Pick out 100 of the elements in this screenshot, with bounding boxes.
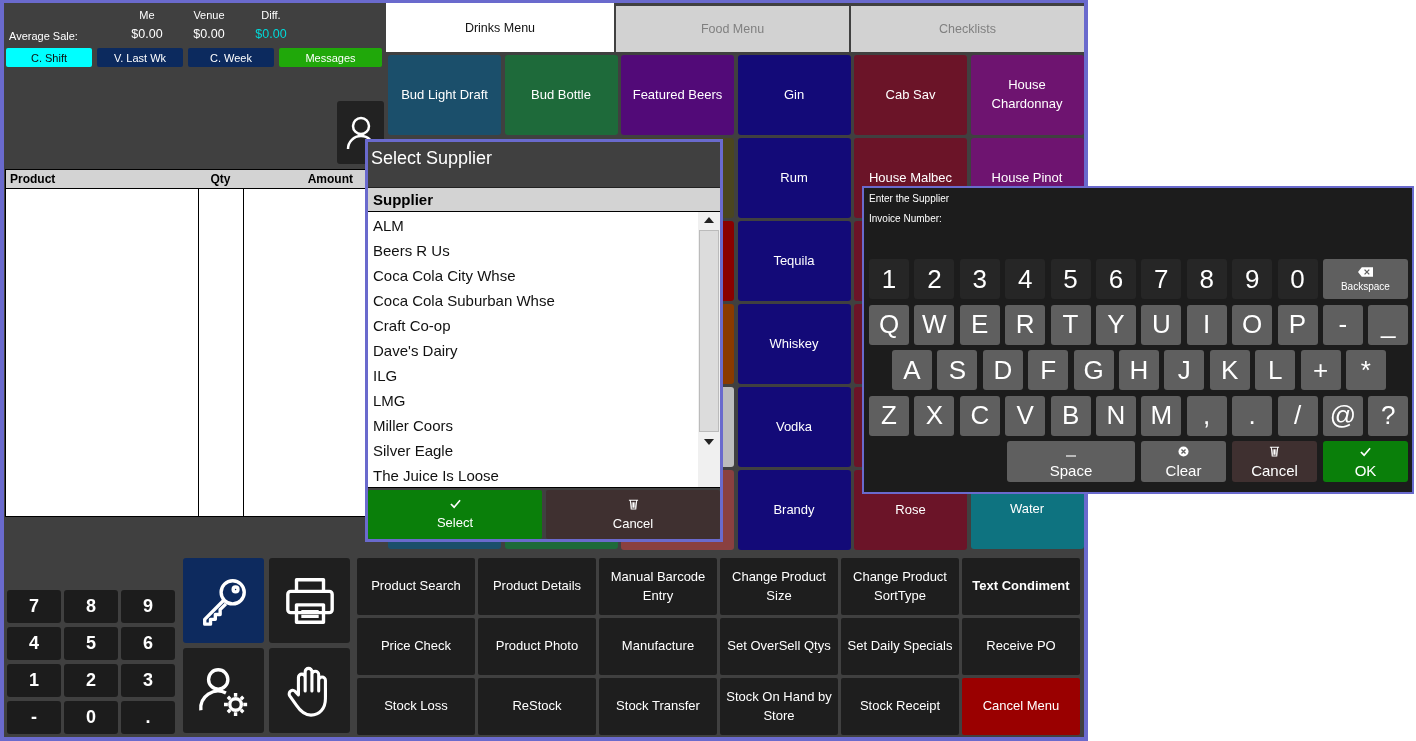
supplier-item[interactable]: Dave's Dairy (368, 338, 698, 363)
clear-key[interactable]: Clear (1141, 441, 1226, 482)
numpad-key[interactable]: - (7, 701, 61, 734)
function-button[interactable]: Product Search (357, 558, 475, 615)
keyboard-key[interactable]: / (1277, 395, 1318, 436)
keyboard-key[interactable]: 6 (1095, 259, 1136, 299)
keyboard-key[interactable]: 7 (1141, 259, 1182, 299)
menu-tile[interactable]: Bud Light Draft (388, 55, 501, 135)
keyboard-key[interactable]: A (892, 350, 932, 390)
menu-tile[interactable]: Whiskey (737, 304, 851, 384)
menu-tile[interactable]: Gin (737, 55, 851, 135)
keyboard-key[interactable]: + (1300, 350, 1341, 390)
keyboard-key[interactable]: O (1232, 304, 1273, 345)
function-button[interactable]: Set OverSell Qtys (720, 618, 838, 675)
function-button[interactable]: Change Product SortType (841, 558, 959, 615)
keyboard-key[interactable]: W (914, 304, 955, 345)
menu-tile[interactable]: House Chardonnay (970, 55, 1084, 135)
keyboard-key[interactable]: @ (1322, 395, 1363, 436)
keyboard-key[interactable]: S (937, 350, 978, 390)
menu-tile[interactable]: Cab Sav (854, 55, 967, 135)
menu-tile[interactable]: Featured Beers (621, 55, 734, 135)
numpad-key[interactable]: 1 (7, 664, 61, 697)
keyboard-key[interactable]: K (1209, 350, 1250, 390)
keyboard-key[interactable]: V (1005, 395, 1046, 436)
supplier-item[interactable]: Coca Cola Suburban Whse (368, 288, 698, 313)
select-button[interactable]: Select (368, 490, 542, 539)
keyboard-key[interactable]: B (1050, 395, 1091, 436)
scroll-down-icon[interactable] (704, 439, 714, 445)
menu-tile[interactable]: Tequila (737, 221, 851, 301)
keyboard-key[interactable]: ? (1368, 395, 1409, 436)
supplier-item[interactable]: Beers R Us (368, 238, 698, 263)
printer-button[interactable] (269, 558, 350, 643)
supplier-item[interactable]: ILG (368, 363, 698, 388)
keyboard-key[interactable]: 5 (1050, 259, 1091, 299)
function-button[interactable]: Change Product Size (720, 558, 838, 615)
keyboard-key[interactable]: U (1141, 304, 1182, 345)
function-button[interactable]: Product Details (478, 558, 596, 615)
period-button[interactable]: C. Shift (6, 48, 92, 67)
numpad-key[interactable]: 8 (64, 590, 118, 623)
numpad-key[interactable]: 3 (121, 664, 175, 697)
supplier-item[interactable]: Silver Eagle (368, 438, 698, 463)
keyboard-key[interactable]: Q (869, 304, 909, 345)
function-button[interactable]: Stock Transfer (599, 678, 717, 735)
keyboard-key[interactable]: 2 (914, 259, 955, 299)
function-button[interactable]: Stock Loss (357, 678, 475, 735)
keyboard-key[interactable]: R (1005, 304, 1046, 345)
confirm-key[interactable]: OK (1323, 441, 1408, 482)
space-key[interactable]: Space (1007, 441, 1135, 482)
function-button[interactable]: ReStock (478, 678, 596, 735)
period-button[interactable]: V. Last Wk (97, 48, 183, 67)
supplier-item[interactable]: Craft Co-op (368, 313, 698, 338)
supplier-item[interactable]: ALM (368, 213, 698, 238)
keyboard-key[interactable]: 4 (1005, 259, 1046, 299)
supplier-item[interactable]: LMG (368, 388, 698, 413)
keyboard-key[interactable]: G (1073, 350, 1114, 390)
menu-tile[interactable]: Brandy (737, 470, 851, 550)
keyboard-key[interactable]: T (1050, 304, 1091, 345)
numpad-key[interactable]: 7 (7, 590, 61, 623)
keyboard-key[interactable]: Z (869, 395, 909, 436)
supplier-item[interactable]: The Juice Is Loose (368, 463, 698, 488)
keyboard-key[interactable]: M (1141, 395, 1182, 436)
menu-tab[interactable]: Drinks Menu (386, 3, 614, 52)
menu-tile[interactable]: Bud Bottle (504, 55, 618, 135)
key-button[interactable] (183, 558, 264, 643)
scrollbar[interactable] (698, 212, 720, 487)
keyboard-key[interactable]: 8 (1186, 259, 1227, 299)
user-settings-button[interactable] (183, 648, 264, 733)
keyboard-key[interactable]: Y (1095, 304, 1136, 345)
keyboard-key[interactable]: L (1255, 350, 1296, 390)
period-button[interactable]: C. Week (188, 48, 274, 67)
keyboard-key[interactable]: 3 (959, 259, 1000, 299)
numpad-key[interactable]: . (121, 701, 175, 734)
numpad-key[interactable]: 0 (64, 701, 118, 734)
keyboard-key[interactable]: P (1277, 304, 1318, 345)
function-button[interactable]: Cancel Menu (962, 678, 1080, 735)
keyboard-key[interactable]: H (1118, 350, 1159, 390)
keyboard-key[interactable]: I (1186, 304, 1227, 345)
menu-tile[interactable]: Vodka (737, 387, 851, 467)
scroll-thumb[interactable] (699, 230, 719, 432)
keyboard-key[interactable]: - (1322, 304, 1363, 345)
numpad-key[interactable]: 6 (121, 627, 175, 660)
numpad-key[interactable]: 5 (64, 627, 118, 660)
keyboard-key[interactable]: J (1164, 350, 1205, 390)
function-button[interactable]: Price Check (357, 618, 475, 675)
keyboard-key[interactable]: N (1095, 395, 1136, 436)
keyboard-key[interactable]: * (1345, 350, 1386, 390)
cancel-button[interactable]: Cancel (546, 490, 720, 539)
numpad-key[interactable]: 9 (121, 590, 175, 623)
keyboard-key[interactable]: F (1028, 350, 1069, 390)
numpad-key[interactable]: 4 (7, 627, 61, 660)
function-button[interactable]: Manual Barcode Entry (599, 558, 717, 615)
function-button[interactable]: Text Condiment (962, 558, 1080, 615)
hand-button[interactable] (269, 648, 350, 733)
keyboard-key[interactable]: E (959, 304, 1000, 345)
function-button[interactable]: Set Daily Specials (841, 618, 959, 675)
function-button[interactable]: Stock On Hand by Store (720, 678, 838, 735)
function-button[interactable]: Manufacture (599, 618, 717, 675)
cancel-key[interactable]: Cancel (1232, 441, 1317, 482)
keyboard-key[interactable]: 9 (1232, 259, 1273, 299)
keyboard-key[interactable]: X (914, 395, 955, 436)
